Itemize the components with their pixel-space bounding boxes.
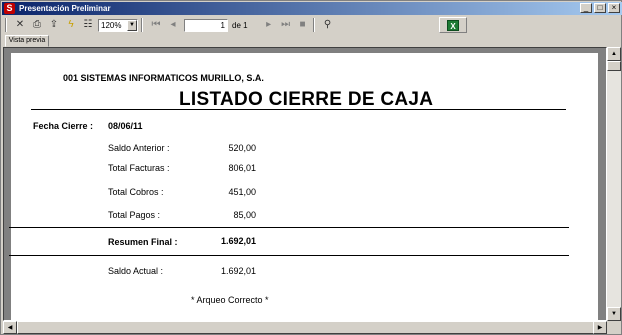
summary-value: 1.692,01 <box>220 236 256 246</box>
maximize-button[interactable]: □ <box>594 3 606 13</box>
zoom-value: 120% <box>101 20 122 30</box>
window-controls: _ □ × <box>580 3 620 13</box>
scroll-right-icon[interactable]: ▶ <box>593 321 607 334</box>
current-balance-value: 1.692,01 <box>220 266 256 276</box>
current-balance-label: Saldo Actual : <box>108 266 164 276</box>
report-page: 001 SISTEMAS INFORMATICOS MURILLO, S.A. … <box>9 53 598 320</box>
summary-bottom-divider <box>9 255 569 256</box>
tab-vista-previa[interactable]: Vista previa <box>5 35 49 47</box>
row-value: 451,00 <box>228 187 256 197</box>
export-excel-button[interactable]: X <box>439 17 467 33</box>
horizontal-scroll-thumb[interactable] <box>17 321 597 334</box>
chevron-down-icon[interactable]: ▼ <box>127 19 137 31</box>
company-name: 001 SISTEMAS INFORMATICOS MURILLO, S.A. <box>63 73 264 83</box>
date-label: Fecha Cierre : <box>33 121 94 131</box>
row-value: 520,00 <box>228 143 256 153</box>
row-label: Total Pagos : <box>108 210 161 220</box>
title-divider <box>31 109 566 110</box>
close-icon[interactable]: ✕ <box>13 18 27 32</box>
scroll-down-icon[interactable]: ▼ <box>607 307 621 321</box>
preview-window: S Presentación Preliminar _ □ × ✕ ⎙ ⇪ ϟ … <box>0 0 622 335</box>
report-title: LISTADO CIERRE DE CAJA <box>179 89 434 110</box>
summary-label: Resumen Final : <box>108 237 178 247</box>
next-page-icon[interactable]: ▸ <box>262 18 276 32</box>
app-icon: S <box>4 3 15 14</box>
scroll-up-icon[interactable]: ▲ <box>607 47 621 61</box>
toolbar: ✕ ⎙ ⇪ ϟ ☷ 120% ▼ ⏮ ◂ 1 de 1 ▸ ⏭ ■ ⚲ X <box>2 16 622 34</box>
row-value: 85,00 <box>233 210 256 220</box>
close-button[interactable]: × <box>608 3 620 13</box>
page-count: de 1 <box>232 20 248 30</box>
toolbar-separator <box>312 18 315 32</box>
excel-icon: X <box>447 19 459 31</box>
horizontal-scrollbar[interactable]: ◀ ▶ <box>3 321 607 334</box>
title-bar: S Presentación Preliminar _ □ × <box>2 2 622 15</box>
page-input[interactable]: 1 <box>184 18 228 32</box>
toolbar-separator <box>141 18 143 32</box>
toolbar-separator <box>5 18 7 32</box>
vertical-scroll-thumb[interactable] <box>607 61 621 71</box>
first-page-icon[interactable]: ⏮ <box>149 18 163 32</box>
date-value: 08/06/11 <box>108 121 143 131</box>
status-note: * Arqueo Correcto * <box>191 295 269 305</box>
row-label: Saldo Anterior : <box>108 143 170 153</box>
stop-icon[interactable]: ■ <box>296 18 310 32</box>
previous-page-icon[interactable]: ◂ <box>166 18 180 32</box>
row-value: 806,01 <box>228 163 256 173</box>
preview-area: 001 SISTEMAS INFORMATICOS MURILLO, S.A. … <box>3 47 607 321</box>
print-icon[interactable]: ⎙ <box>30 18 44 32</box>
vertical-scrollbar[interactable]: ▲ ▼ <box>607 47 621 321</box>
zoom-select[interactable]: 120% ▼ <box>98 18 138 32</box>
binoculars-icon[interactable]: ⚲ <box>321 18 335 32</box>
summary-top-divider <box>9 227 569 228</box>
last-page-icon[interactable]: ⏭ <box>279 18 293 32</box>
row-label: Total Facturas : <box>108 163 170 173</box>
export-icon[interactable]: ⇪ <box>47 18 61 32</box>
minimize-button[interactable]: _ <box>580 3 592 13</box>
options-icon[interactable]: ☷ <box>81 18 95 32</box>
row-label: Total Cobros : <box>108 187 164 197</box>
window-title: Presentación Preliminar <box>19 4 111 13</box>
scroll-left-icon[interactable]: ◀ <box>3 321 17 334</box>
lightning-icon[interactable]: ϟ <box>64 18 78 32</box>
